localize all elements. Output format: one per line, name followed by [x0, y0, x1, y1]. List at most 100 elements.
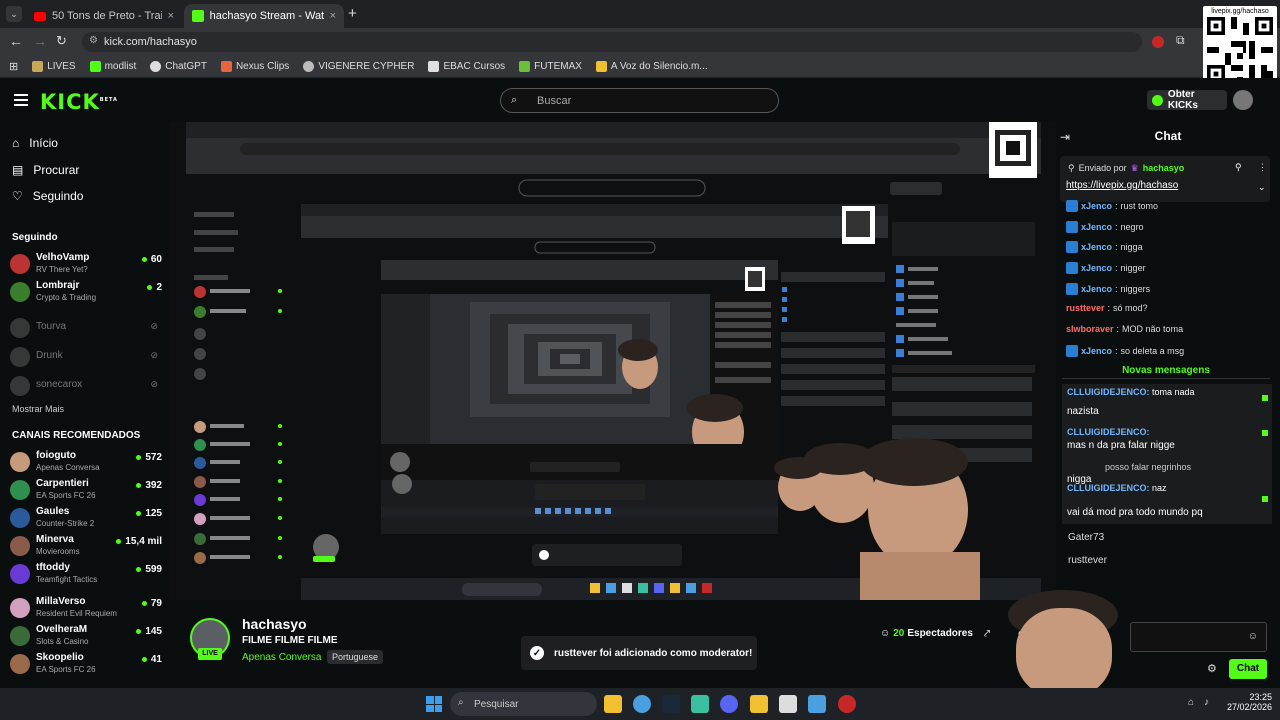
site-info-icon[interactable]: ⚙	[89, 35, 98, 46]
following-channel-tourva[interactable]: Tourva ⊘	[10, 316, 162, 342]
chat-username[interactable]: xJenco	[1081, 222, 1112, 232]
windows-start-icon[interactable]	[426, 696, 442, 712]
chat-user-suggestion[interactable]: Gater73	[1068, 532, 1104, 543]
close-tab-icon[interactable]: ×	[168, 10, 174, 22]
recommended-channel[interactable]: tftoddy Teamfight Tactics 599	[10, 562, 162, 588]
chat-username[interactable]: xJenco	[1081, 263, 1112, 273]
avatar	[10, 654, 30, 674]
clock[interactable]: 23:25 27/02/2026	[1226, 692, 1272, 712]
recommended-channel[interactable]: Skoopelio EA Sports FC 26 41	[10, 652, 162, 678]
following-channel-drunk[interactable]: Drunk ⊘	[10, 345, 162, 371]
more-options-icon[interactable]: ⋮	[1258, 162, 1267, 173]
bookmark-vigenere[interactable]: VIGENERE CYPHER	[303, 61, 414, 72]
network-icon[interactable]: ⌂	[1188, 697, 1194, 708]
streamer-name[interactable]: hachasyo	[242, 616, 307, 632]
pinned-link[interactable]: https://livepix.gg/hachaso	[1066, 180, 1178, 191]
recommended-channel[interactable]: OvelheraM Slots & Casino 145	[10, 624, 162, 650]
volume-icon[interactable]: ♪	[1204, 697, 1209, 708]
share-icon[interactable]: ⤤	[984, 628, 990, 641]
following-channel-velhovamp[interactable]: VelhoVamp RV There Yet? 60	[10, 252, 162, 278]
pinned-header: ⚲ Enviado por ♛ hachasyo	[1068, 163, 1184, 174]
url-field[interactable]: ⚙ kick.com/hachasyo	[82, 32, 1142, 52]
video-player[interactable]	[170, 122, 1056, 600]
app-icon[interactable]	[779, 695, 797, 713]
reload-icon[interactable]: ↻	[56, 33, 67, 49]
bookmark-chatgpt[interactable]: ChatGPT	[150, 61, 207, 72]
youtube-icon[interactable]	[838, 695, 856, 713]
steam-icon[interactable]	[808, 695, 826, 713]
chat-message[interactable]: xJenco: negro	[1066, 221, 1144, 233]
chat-username[interactable]: xJenco	[1081, 201, 1112, 211]
chat-message[interactable]: xJenco: rust tomo	[1066, 200, 1158, 212]
chat-input[interactable]: ☺	[1130, 622, 1267, 652]
avatar[interactable]	[1233, 90, 1253, 110]
offline-icon: ⊘	[150, 321, 158, 331]
back-icon[interactable]: ←	[9, 33, 23, 49]
nav-home[interactable]: ⌂ Início	[12, 136, 58, 150]
chat-username[interactable]: xJenco	[1081, 242, 1112, 252]
recommended-channel[interactable]: MillaVerso Resident Evil Requiem 79	[10, 596, 162, 622]
bookmark-modlist[interactable]: modlist	[89, 61, 136, 72]
recommended-channel[interactable]: Carpentieri EA Sports FC 26 392	[10, 478, 162, 504]
chat-message[interactable]: xJenco: so deleta a msg	[1066, 345, 1184, 357]
following-channel-lombrajr[interactable]: Lombrajr Crypto & Trading 2	[10, 280, 162, 306]
emoji-icon[interactable]: ☺	[1248, 631, 1258, 642]
chat-username[interactable]: xJenco	[1081, 284, 1112, 294]
extension-icon[interactable]	[1152, 36, 1164, 48]
stream-category-link[interactable]: Apenas Conversa	[242, 652, 322, 663]
taskbar-search[interactable]: ⌕ Pesquisar	[450, 692, 597, 716]
menu-icon[interactable]	[14, 94, 28, 106]
avatar	[10, 626, 30, 646]
kick-logo[interactable]: KICKBETA	[40, 90, 118, 114]
clock-time: 23:25	[1249, 692, 1272, 702]
chevron-down-icon[interactable]: ⌄	[1258, 182, 1266, 193]
bookmark-voz-silencio[interactable]: A Voz do Silencio.m...	[595, 61, 708, 72]
chat-username[interactable]: xJenco	[1081, 346, 1112, 356]
search-input[interactable]: ⌕ Buscar	[500, 88, 779, 113]
chat-message[interactable]: xJenco: niggers	[1066, 283, 1150, 295]
settings-icon[interactable]: ⚙	[1207, 662, 1217, 675]
bookmark-ebac[interactable]: EBAC Cursos	[428, 61, 505, 72]
app-icon[interactable]	[691, 695, 709, 713]
following-channel-sonecarox[interactable]: sonecarox ⊘	[10, 374, 162, 400]
tab-search-button[interactable]: ⌄	[6, 6, 22, 22]
browser-tab-bar: ⌄ 50 Tons de Preto - Trailer Oficial × h…	[0, 0, 1280, 28]
recommended-channel[interactable]: foioguto Apenas Conversa 572	[10, 450, 162, 476]
tab-kick-stream[interactable]: hachasyo Stream - Watch Live o ×	[184, 4, 344, 28]
pinned-message[interactable]: ⚲ Enviado por ♛ hachasyo ⚲ ⋮ https://liv…	[1060, 156, 1270, 202]
rockstar-icon[interactable]	[750, 695, 768, 713]
forward-icon[interactable]: →	[33, 33, 47, 49]
bookmark-nexus-clips[interactable]: Nexus Clips	[220, 61, 289, 72]
chrome-icon[interactable]	[633, 695, 651, 713]
chat-message[interactable]: slwboraver: MOD não toma	[1066, 324, 1183, 334]
chat-text: nigga	[1120, 242, 1143, 252]
chat-user-suggestion[interactable]: rusttever	[1068, 555, 1107, 566]
steam-icon[interactable]	[662, 695, 680, 713]
overlay-message: nazista	[1067, 406, 1099, 417]
recommended-channel[interactable]: Gaules Counter-Strike 2 125	[10, 506, 162, 532]
apps-grid-icon[interactable]: ⊞	[9, 60, 18, 73]
chat-username[interactable]: slwboraver	[1066, 324, 1114, 334]
nav-following[interactable]: ♡ Seguindo	[12, 189, 83, 203]
chat-message[interactable]: xJenco: nigger	[1066, 262, 1146, 274]
chat-message[interactable]: rusttever: só mod?	[1066, 303, 1148, 313]
close-tab-icon[interactable]: ×	[330, 10, 336, 22]
file-explorer-icon[interactable]	[604, 695, 622, 713]
new-tab-button[interactable]: +	[348, 5, 357, 22]
bookmark-label: EBAC Cursos	[443, 61, 506, 72]
nav-browse[interactable]: ▤ Procurar	[12, 163, 79, 177]
chat-message[interactable]: xJenco: nigga	[1066, 241, 1143, 253]
get-kicks-label: Obter KICKs	[1167, 89, 1198, 111]
tab-trailer[interactable]: 50 Tons de Preto - Trailer Oficial ×	[26, 4, 182, 28]
show-more-link[interactable]: Mostrar Mais	[12, 404, 64, 414]
language-tag[interactable]: Portuguese	[327, 650, 384, 664]
bookmark-lives[interactable]: LIVES	[32, 61, 76, 72]
bookmark-futemax[interactable]: FUTEMAX	[519, 61, 582, 72]
chat-username[interactable]: rusttever	[1066, 303, 1105, 313]
extensions-puzzle-icon[interactable]: ⧉	[1176, 33, 1185, 48]
get-kicks-button[interactable]: Obter KICKs	[1147, 89, 1227, 111]
discord-icon[interactable]	[720, 695, 738, 713]
unpin-icon[interactable]: ⚲	[1235, 162, 1242, 173]
recommended-channel[interactable]: Minerva Movierooms 15,4 mil	[10, 534, 162, 560]
send-chat-button[interactable]: Chat	[1229, 659, 1267, 679]
